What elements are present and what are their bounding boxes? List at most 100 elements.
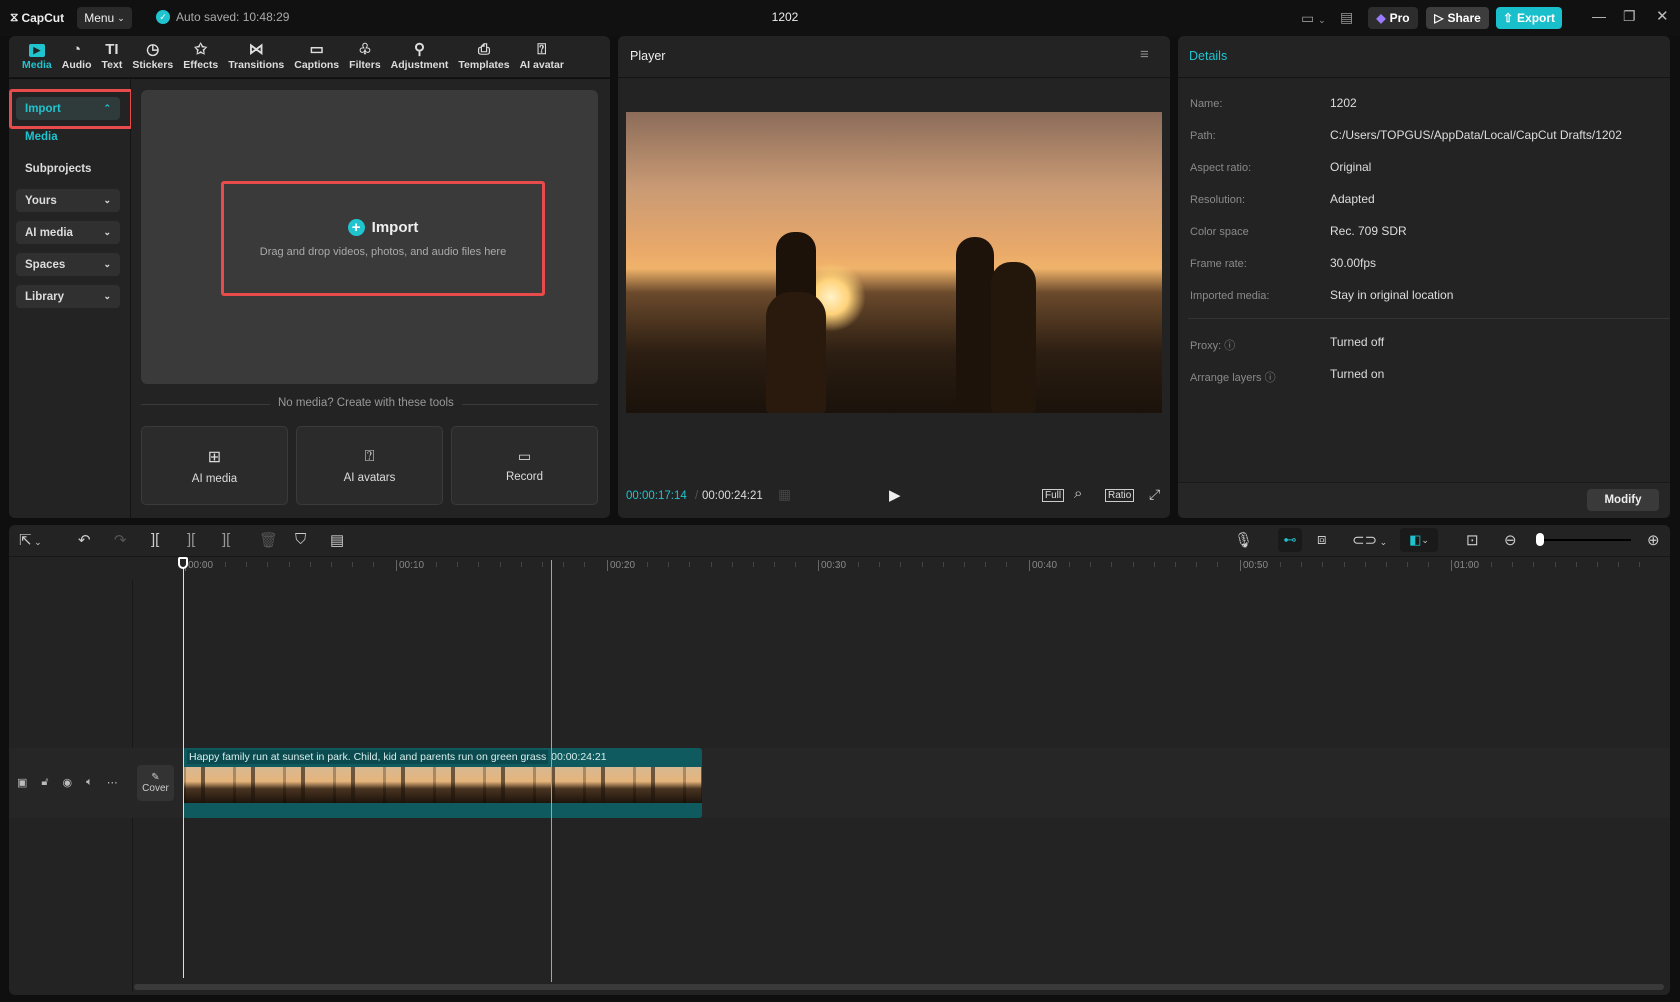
media-label: Media [25, 130, 58, 143]
yours-label: Yours [25, 194, 57, 207]
sidebar-item-spaces[interactable]: Spaces ⌄ [16, 253, 120, 276]
timeline-scrollbar[interactable] [134, 984, 1664, 990]
silhouette [991, 262, 1036, 413]
ai-avatars-card[interactable]: ⍰ AI avatars [296, 426, 443, 505]
detail-label: Imported media: [1190, 290, 1270, 302]
visibility-eye-icon[interactable]: ◉ [63, 776, 73, 789]
zoom-slider[interactable] [1536, 539, 1631, 541]
tab-text[interactable]: TI Text [97, 36, 128, 77]
record-card[interactable]: ▭ Record [451, 426, 598, 505]
divider [618, 77, 1170, 78]
ruler-minor-tick [1512, 562, 1514, 567]
main-track-magnet-icon[interactable]: ⊷ [1278, 528, 1302, 552]
timeline-grid-icon[interactable]: ▦ [778, 486, 791, 503]
tab-transitions[interactable]: ⋈ Transitions [223, 36, 289, 77]
zoom-preview-icon[interactable]: ⌕ [1074, 485, 1082, 502]
sidebar-item-import[interactable]: Import ⌃ [16, 97, 120, 120]
proxy-value: Turned off [1330, 335, 1385, 349]
sidebar-item-subprojects[interactable]: Subprojects [16, 157, 120, 180]
auto-cut-icon[interactable]: ▤ [330, 531, 344, 549]
ruler-minor-tick [225, 562, 227, 567]
select-tool-icon[interactable]: ⇱ ⌄ [19, 531, 42, 549]
ruler-minor-tick [520, 562, 522, 567]
track-video-icon[interactable]: ▣ [17, 776, 27, 789]
help-icon[interactable]: ⓘ [1265, 372, 1276, 384]
tab-effects[interactable]: ✩ Effects [178, 36, 223, 77]
tab-stickers[interactable]: ◷ Stickers [127, 36, 178, 77]
spaces-label: Spaces [25, 258, 66, 271]
sidebar-item-ai-media[interactable]: AI media ⌄ [16, 221, 120, 244]
cover-label: Cover [142, 783, 169, 794]
ruler-minor-tick [710, 562, 712, 567]
zoom-to-fit-icon[interactable]: ⊡ [1466, 531, 1479, 549]
undo-icon[interactable]: ↶ [78, 531, 91, 549]
share-button[interactable]: ▷ Share [1426, 7, 1489, 29]
ai-media-label: AI media [25, 226, 73, 239]
microphone-icon[interactable]: 🎙 [1234, 531, 1253, 549]
auto-snapping-icon[interactable]: ⧈ [1317, 531, 1327, 548]
tab-ai-avatar[interactable]: ⍰ AI avatar [515, 36, 569, 77]
import-button[interactable]: + Import Drag and drop videos, photos, an… [221, 181, 545, 296]
more-options-icon[interactable]: ⋯ [107, 776, 118, 789]
ai-avatars-icon: ⍰ [364, 447, 375, 465]
playhead-handle[interactable] [178, 557, 188, 569]
marker-icon[interactable]: ⛉ [295, 531, 306, 548]
play-button[interactable]: ▶ [889, 486, 901, 504]
split-left-icon[interactable]: ][ [187, 531, 195, 548]
minimize-button[interactable]: — [1592, 8, 1606, 24]
help-icon[interactable]: ⓘ [1224, 340, 1235, 352]
zoom-out-icon[interactable]: ⊖ [1504, 531, 1517, 549]
audio-speaker-icon[interactable]: 🔈︎ [86, 776, 93, 789]
layout-icon[interactable]: ▭ ⌄ [1301, 10, 1326, 27]
preview-axis-icon[interactable]: ◧ ⌄ [1400, 528, 1438, 552]
full-quality-button[interactable]: Full [1042, 489, 1065, 502]
sidebar-item-yours[interactable]: Yours ⌄ [16, 189, 120, 212]
shortcuts-icon[interactable]: ▤ [1340, 9, 1353, 26]
ruler-minor-tick [794, 562, 796, 567]
fullscreen-icon[interactable]: ⤢ [1149, 486, 1160, 503]
tab-media[interactable]: ▶ Media [17, 36, 57, 77]
lock-icon[interactable]: 🔓︎ [41, 776, 48, 789]
ai-media-card[interactable]: ⊞ AI media [141, 426, 288, 505]
ruler-minor-tick [1174, 562, 1176, 567]
ratio-button[interactable]: Ratio [1105, 489, 1135, 502]
tab-filters[interactable]: ♧ Filters [344, 36, 386, 77]
stickers-icon: ◷ [146, 41, 160, 58]
export-button[interactable]: ⇧ Export [1496, 7, 1562, 29]
hamburger-menu-icon[interactable]: ≡ [1140, 46, 1149, 63]
delete-icon[interactable]: 🗑 [259, 531, 278, 549]
ruler-minor-tick [583, 562, 585, 567]
tab-templates[interactable]: ⎙ Templates [453, 36, 514, 77]
record-card-label: Record [505, 471, 544, 483]
tab-adjustment[interactable]: ⚲ Adjustment [386, 36, 454, 77]
pro-button[interactable]: ◆ Pro [1368, 7, 1418, 29]
tab-label: Filters [349, 59, 381, 71]
video-preview[interactable] [626, 112, 1162, 413]
playhead[interactable] [183, 566, 184, 978]
cover-button[interactable]: ✎ Cover [137, 765, 174, 801]
tab-captions[interactable]: ▭ Captions [289, 36, 344, 77]
zoom-slider-handle[interactable] [1536, 533, 1544, 546]
split-right-icon[interactable]: ][ [222, 531, 230, 548]
split-icon[interactable]: ][ [151, 531, 159, 548]
restore-button[interactable]: ❐ [1623, 8, 1636, 25]
ruler-minor-tick [267, 562, 269, 567]
ruler-minor-tick [1153, 562, 1155, 567]
zoom-in-icon[interactable]: ⊕ [1647, 531, 1660, 549]
tab-audio[interactable]: ◔ Audio [57, 36, 97, 77]
redo-icon[interactable]: ↷ [114, 531, 127, 549]
modify-button[interactable]: Modify [1587, 489, 1659, 511]
ruler-minor-tick [1301, 562, 1303, 567]
ruler-minor-tick [773, 562, 775, 567]
close-button[interactable]: ✕ [1656, 7, 1669, 25]
linkage-icon[interactable]: ⊂⊃ ⌄ [1352, 531, 1387, 549]
arrange-layers-label: Arrange layers ⓘ [1190, 372, 1276, 384]
sidebar-item-library[interactable]: Library ⌄ [16, 285, 120, 308]
video-clip[interactable]: Happy family run at sunset in park. Chil… [183, 748, 702, 818]
media-icon: ▶ [28, 44, 45, 57]
sidebar-item-media[interactable]: Media [16, 125, 120, 148]
transitions-icon: ⋈ [248, 41, 264, 58]
effects-icon: ✩ [194, 41, 207, 58]
clip-duration: 00:00:24:21 [551, 751, 607, 763]
ruler-minor-tick [1470, 562, 1472, 567]
